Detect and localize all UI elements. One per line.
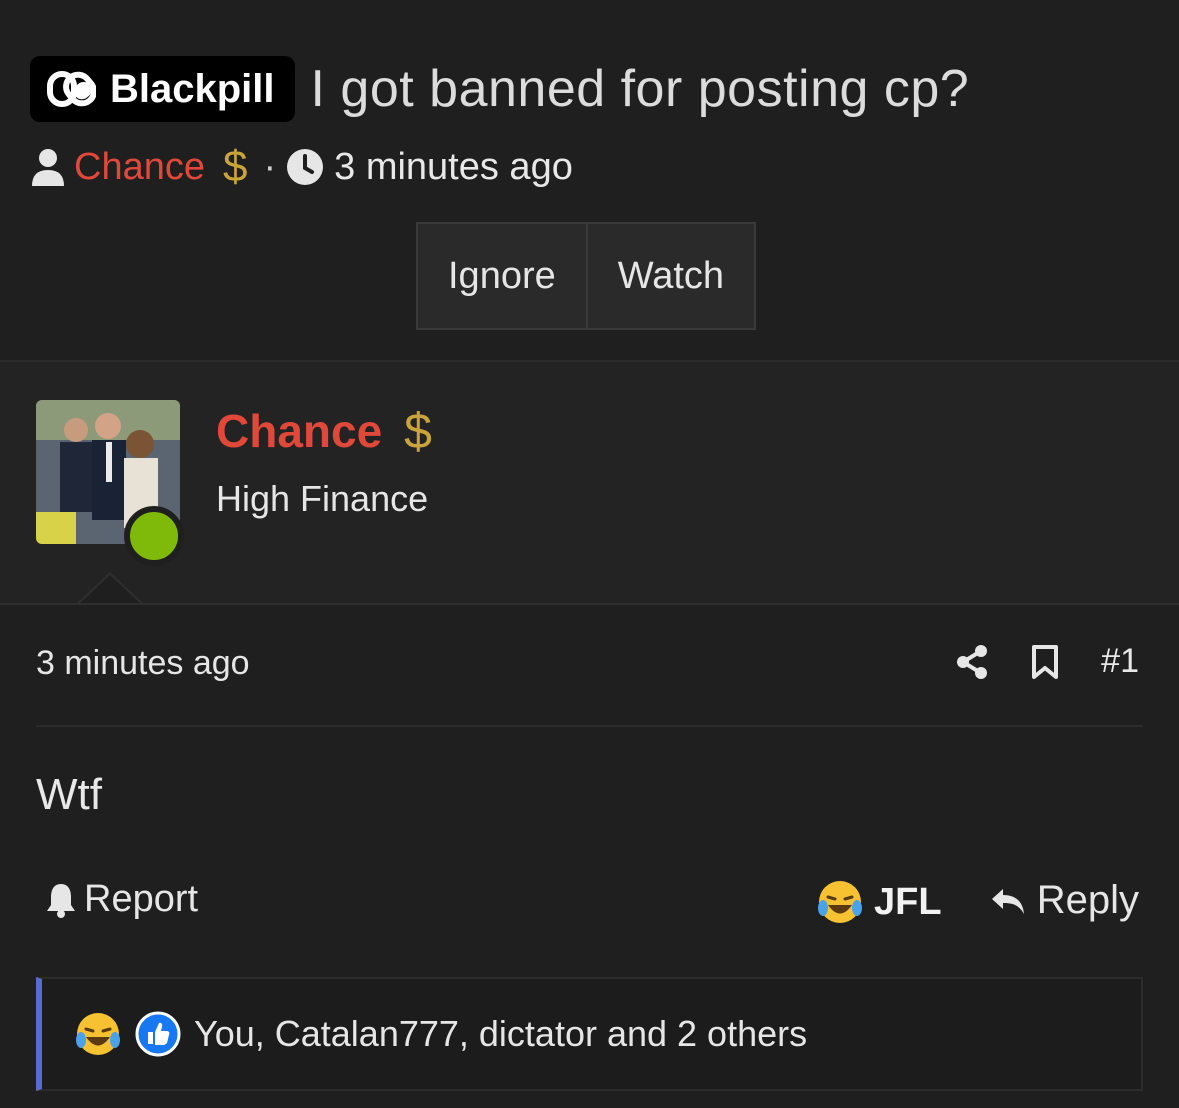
reactions-bar[interactable]: You, Catalan777, dictator and 2 others xyxy=(36,977,1143,1091)
clock-icon xyxy=(287,149,324,185)
avatar-arrow-inner xyxy=(78,575,142,605)
user-icon xyxy=(32,149,64,186)
ignore-button[interactable]: Ignore xyxy=(418,224,586,328)
reactions-list[interactable]: You, Catalan777, dictator and 2 others xyxy=(194,1013,807,1055)
post-number[interactable]: #1 xyxy=(1101,642,1139,681)
share-button[interactable] xyxy=(955,644,989,680)
user-title: High Finance xyxy=(216,478,429,519)
reply-label: Reply xyxy=(1036,878,1139,922)
thread-title: I got banned for posting cp? xyxy=(310,60,970,118)
dollar-badge-icon: $ xyxy=(222,142,248,191)
dollar-badge-icon: $ xyxy=(404,403,432,459)
laughing-crying-emoji-icon xyxy=(76,1013,120,1055)
report-label: Report xyxy=(84,878,199,920)
thread-author[interactable]: Chance xyxy=(74,146,205,189)
meta-separator: · xyxy=(263,145,277,188)
online-status-indicator xyxy=(124,506,184,566)
post-author-name[interactable]: Chance $ xyxy=(216,402,432,460)
post-body: Wtf xyxy=(36,770,102,819)
reply-arrow-icon xyxy=(991,888,1024,914)
thread-header: Blackpill I got banned for posting cp? C… xyxy=(0,0,1179,360)
reply-button[interactable]: Reply xyxy=(989,878,1139,923)
divider xyxy=(36,725,1143,727)
divider xyxy=(0,603,1179,605)
bookmark-icon xyxy=(1032,644,1059,679)
thread-time: 3 minutes ago xyxy=(334,145,573,188)
jfl-label: JFL xyxy=(874,880,942,923)
pill-icon xyxy=(47,71,96,107)
laughing-crying-emoji-icon xyxy=(818,881,862,923)
thread-title-row: Blackpill I got banned for posting cp? xyxy=(30,56,969,122)
post-time[interactable]: 3 minutes ago xyxy=(36,644,250,683)
post-tools: #1 xyxy=(913,642,1139,681)
thumbs-up-icon xyxy=(135,1011,181,1057)
watch-button[interactable]: Watch xyxy=(585,224,755,328)
post-author-label[interactable]: Chance xyxy=(216,404,382,458)
prefix-label: Blackpill xyxy=(110,66,275,111)
prefix-badge[interactable]: Blackpill xyxy=(30,56,295,122)
post-user-block: Chance $ High Finance xyxy=(0,362,1179,603)
post-actions: Report JFL Reply xyxy=(0,878,1179,932)
bell-icon xyxy=(47,883,75,918)
thread-meta: Chance $ · 3 minutes ago xyxy=(30,142,573,192)
share-icon xyxy=(957,644,988,679)
report-button[interactable]: Report xyxy=(44,878,198,921)
bookmark-button[interactable] xyxy=(1031,644,1059,680)
thread-button-group: Ignore Watch xyxy=(416,222,757,330)
jfl-reaction-button[interactable]: JFL xyxy=(816,878,942,926)
